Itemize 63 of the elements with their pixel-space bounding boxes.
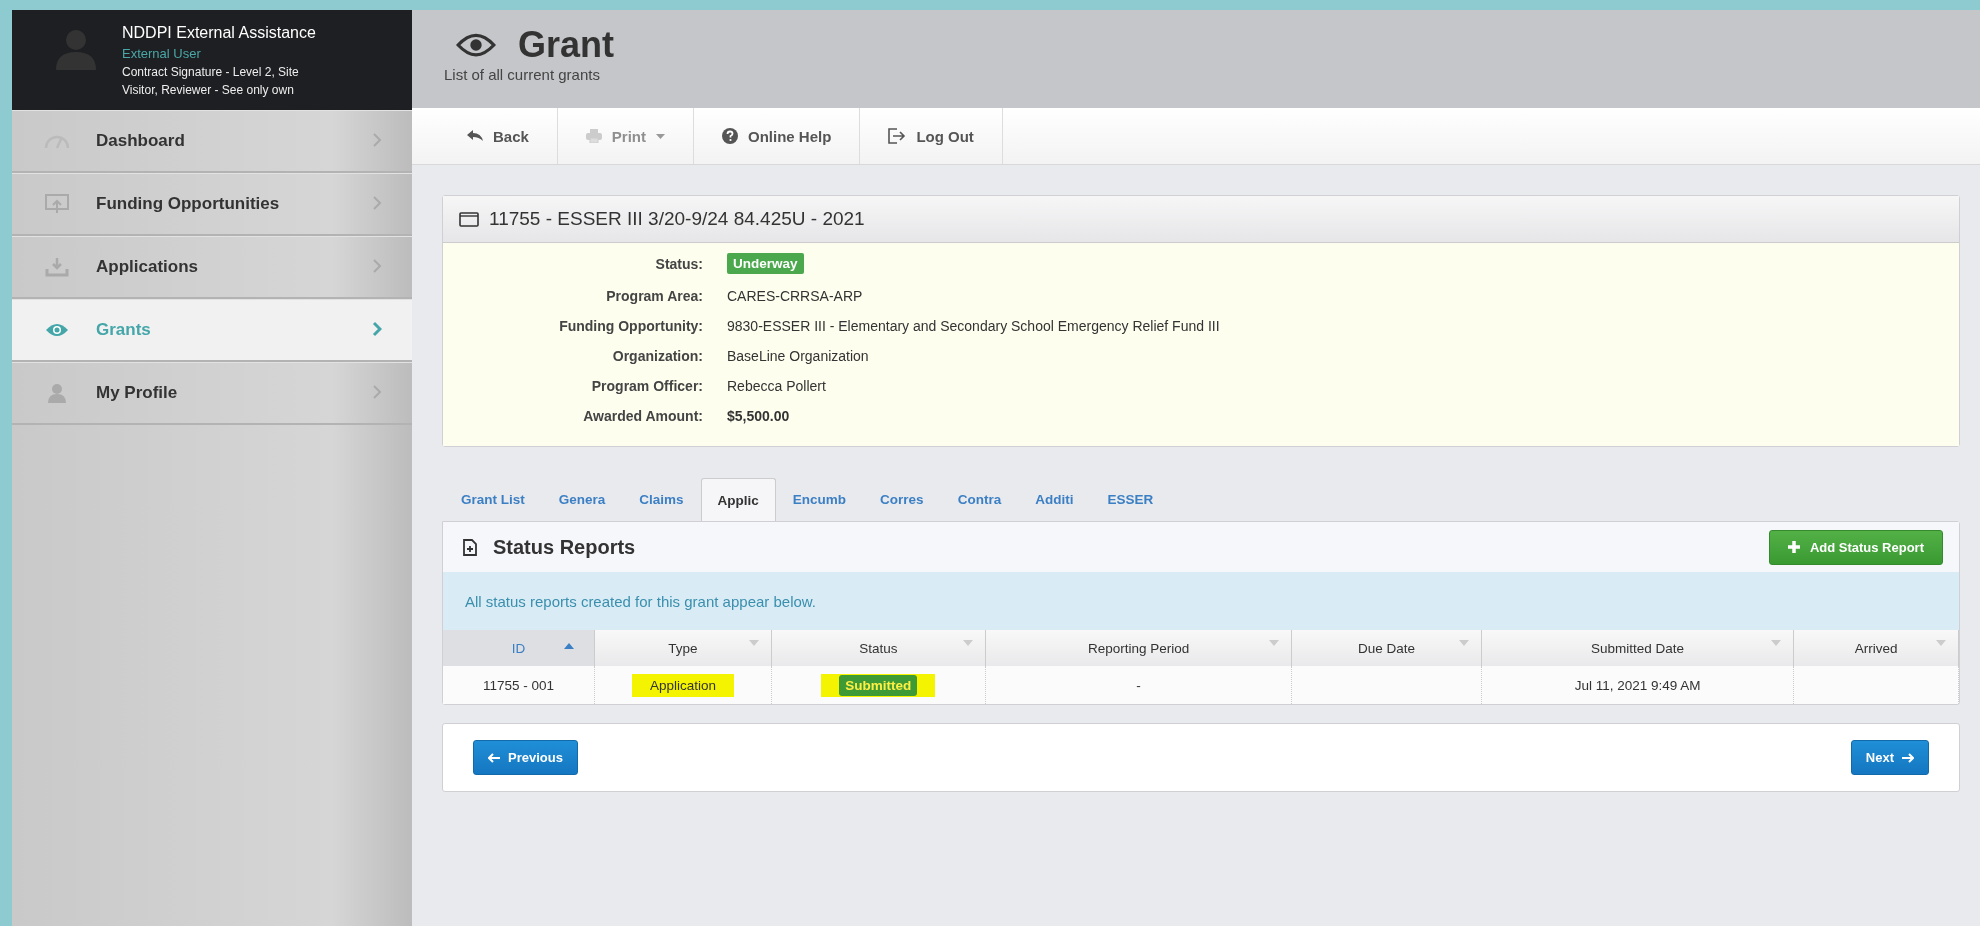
filter-icon[interactable] — [962, 640, 973, 646]
column-header[interactable]: Status — [859, 640, 898, 656]
logout-icon — [888, 128, 907, 144]
document-plus-icon — [463, 538, 477, 556]
table-cell: - — [1136, 677, 1141, 693]
page-title: Grant — [518, 24, 614, 66]
table-cell: Jul 11, 2021 9:49 AM — [1574, 677, 1701, 693]
filter-icon[interactable] — [1771, 640, 1782, 646]
table-cell: Application — [649, 677, 716, 693]
toolbar-button[interactable]: Back — [412, 108, 558, 164]
column-header[interactable]: Reporting Period — [1087, 640, 1190, 656]
status-badge: Underway — [727, 253, 804, 274]
reply-arrow-icon — [467, 130, 483, 142]
page-subtitle: List of all current grants — [444, 66, 601, 83]
user-role: External User — [122, 46, 202, 61]
column-header[interactable]: Type — [668, 640, 698, 656]
right-arrow-icon — [1902, 752, 1914, 763]
field-label: Program Area: — [605, 288, 703, 304]
section-title: Status Reports — [493, 535, 637, 559]
window-icon — [459, 211, 479, 227]
field-label: Program Officer: — [590, 378, 703, 394]
user-permissions: Contract Signature - Level 2, Site — [122, 65, 300, 79]
status-badge: Submitted — [839, 674, 918, 696]
next-button[interactable]: Next — [1850, 740, 1929, 775]
field-label: Funding Opportunity: — [558, 318, 703, 334]
field-value: Rebecca Pollert — [727, 378, 826, 394]
grant-title: 11755 - ESSER III 3/20-9/24 84.425U - 2021 — [489, 208, 865, 230]
plus-icon — [1787, 541, 1800, 553]
toolbar-button[interactable]: Online Help — [694, 108, 861, 164]
column-header[interactable]: Due Date — [1358, 640, 1416, 656]
sidebar-item[interactable]: My Profile — [12, 362, 412, 425]
field-label: Awarded Amount: — [582, 408, 703, 424]
table-cell: 11755 - 001 — [482, 677, 554, 693]
field-value: 9830-ESSER III - Elementary and Secondary School Emergency Relief Fund III — [727, 318, 1220, 334]
sidebar-item[interactable]: Dashboard — [12, 110, 412, 173]
person-icon — [47, 383, 67, 403]
field-value: CARES-CRRSA-ARP — [727, 288, 863, 304]
filter-icon[interactable] — [1458, 640, 1469, 646]
filter-icon[interactable] — [748, 640, 759, 646]
previous-button[interactable]: Previous — [473, 740, 578, 775]
sidebar-item[interactable]: Funding Opportunities — [12, 173, 412, 236]
eye-icon — [45, 322, 69, 338]
field-value: BaseLine Organization — [727, 348, 869, 364]
eye-icon — [456, 32, 496, 58]
user-permissions: Visitor, Reviewer - See only own — [122, 83, 295, 97]
user-name: NDDPI External Assistance — [122, 24, 316, 42]
field-label: Organization: — [611, 348, 703, 364]
column-header[interactable]: Arrived — [1854, 640, 1898, 656]
tab[interactable]: Applic — [700, 478, 776, 522]
toolbar-button[interactable]: Log Out — [860, 108, 1003, 164]
column-header[interactable]: Submitted Date — [1591, 640, 1685, 656]
tab[interactable]: Corres — [863, 477, 941, 521]
sort-ascending-icon[interactable] — [564, 643, 574, 649]
field-label: Status: — [654, 255, 703, 272]
upload-icon — [45, 194, 69, 214]
printer-icon — [585, 129, 602, 143]
field-value: $5,500.00 — [727, 408, 790, 424]
info-message: All status reports created for this grant appear below. — [443, 572, 1959, 630]
help-icon — [722, 128, 739, 144]
download-icon — [45, 257, 69, 277]
filter-icon[interactable] — [1269, 640, 1280, 646]
filter-icon[interactable] — [1936, 640, 1946, 646]
left-arrow-icon — [488, 752, 500, 763]
